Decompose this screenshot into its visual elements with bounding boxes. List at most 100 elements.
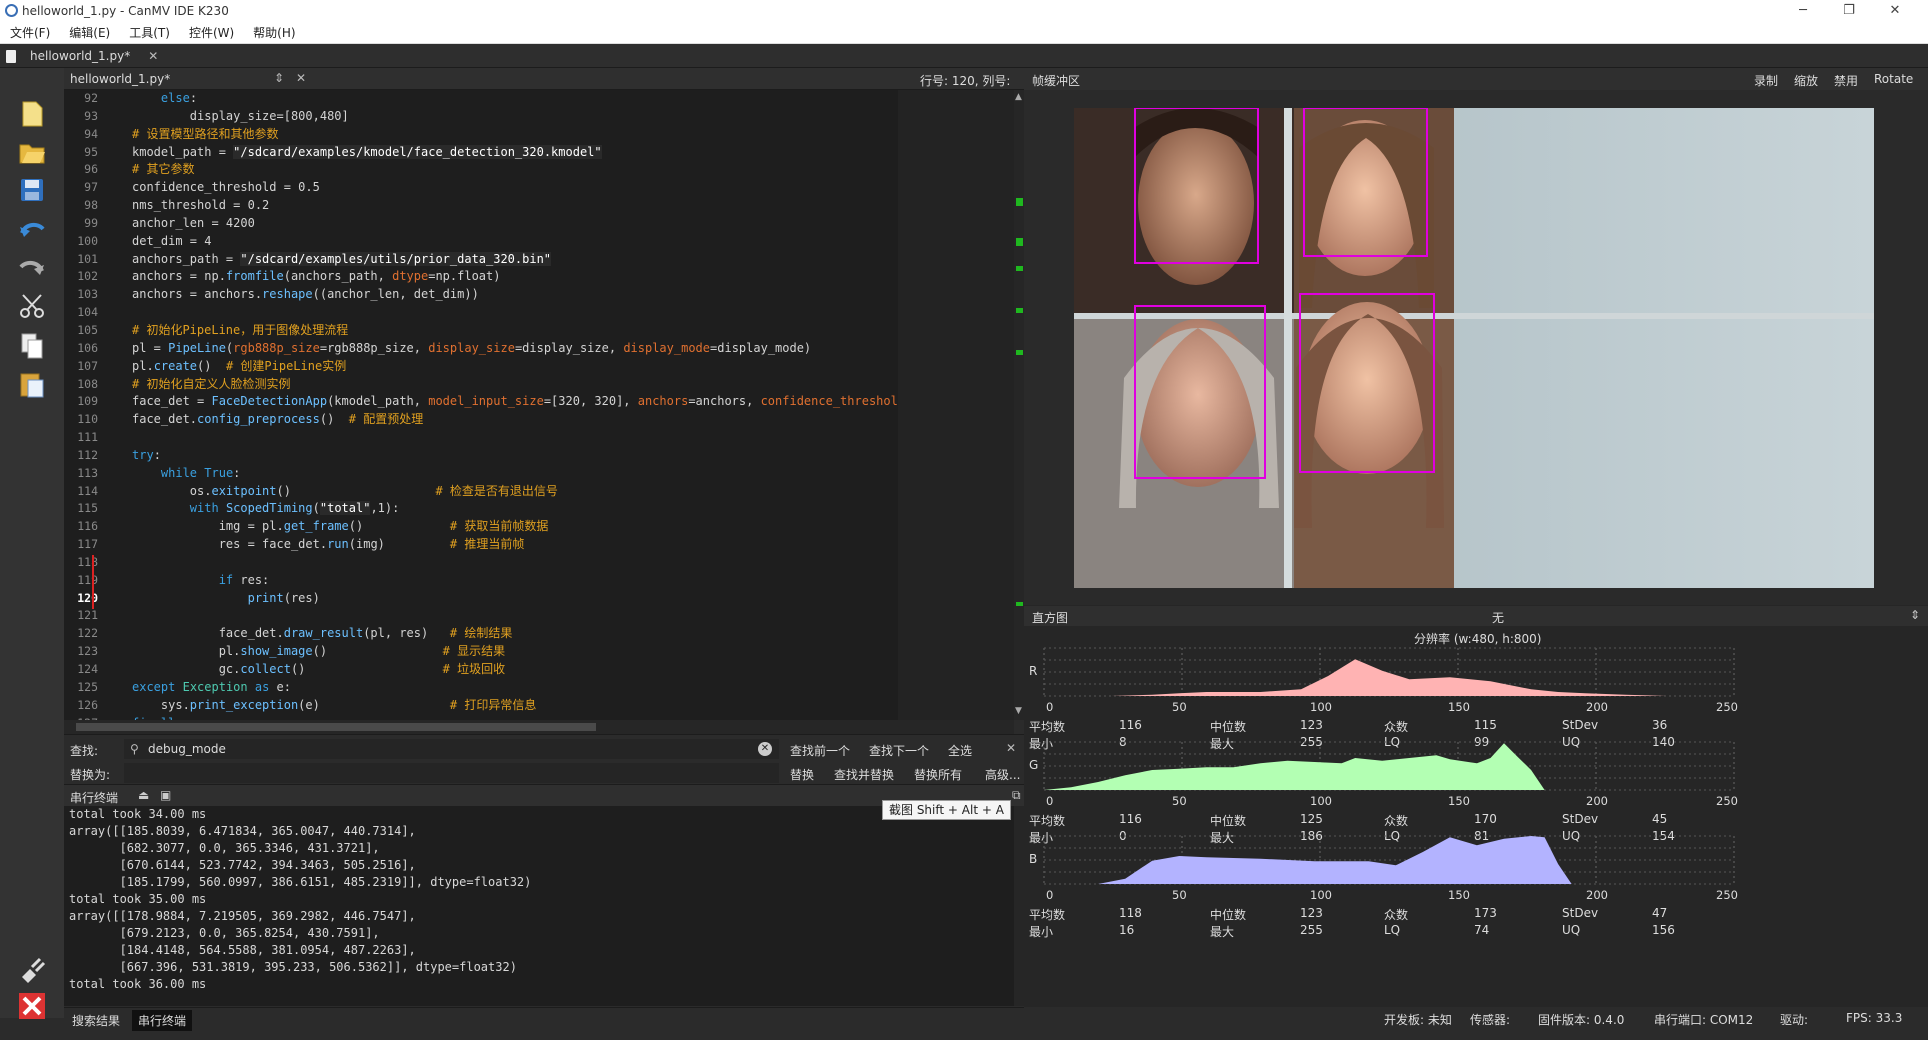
replace-find-button[interactable]: 查找并替换 <box>834 766 894 783</box>
hscroll-thumb[interactable] <box>76 723 596 731</box>
terminal-line: [679.2123, 0.0, 365.8254, 430.7591], <box>69 926 380 940</box>
minimap[interactable] <box>898 90 1014 720</box>
replace-button[interactable]: 替换 <box>790 766 814 783</box>
code-line[interactable]: if res: <box>132 572 962 590</box>
maximize-button[interactable]: ❐ <box>1826 0 1872 22</box>
left-toolbar <box>0 68 64 1019</box>
stop-icon[interactable] <box>16 990 48 1022</box>
close-tab-icon[interactable]: ✕ <box>148 49 158 63</box>
menu-widgets[interactable]: 控件(W) <box>179 24 243 41</box>
code-line[interactable]: os.exitpoint() # 检查是否有退出信号 <box>132 483 962 501</box>
code-line[interactable]: anchor_len = 4200 <box>132 215 962 233</box>
line-number: 109 <box>77 394 98 409</box>
redo-icon[interactable] <box>16 252 48 284</box>
code-line[interactable]: anchors = anchors.reshape((anchor_len, d… <box>132 286 962 304</box>
menu-help[interactable]: 帮助(H) <box>243 24 304 41</box>
record-button[interactable]: 录制 <box>1754 72 1778 89</box>
code-line[interactable]: gc.collect() # 垃圾回收 <box>132 661 962 679</box>
code-editor[interactable]: 92 93 94 95 96 97 98 99 100 101 102 103 104 105 106 107… <box>64 90 1014 720</box>
code-line[interactable]: pl.create() # 创建PipeLine实例 <box>132 358 962 376</box>
menu-edit[interactable]: 编辑(E) <box>59 24 119 41</box>
find-prev-button[interactable]: 查找前一个 <box>790 742 850 759</box>
scroll-down-icon[interactable]: ▼ <box>1015 706 1022 716</box>
code-line[interactable]: res = face_det.run(img) # 推理当前帧 <box>132 536 962 554</box>
serial-terminal[interactable]: total took 34.00 ms array([[185.8039, 6.4… <box>64 806 1014 1006</box>
code-line[interactable]: except Exception as e: <box>132 679 962 697</box>
code-line[interactable]: pl = PipeLine(rgb888p_size=rgb888p_size,… <box>132 340 962 358</box>
zoom-button[interactable]: 缩放 <box>1794 72 1818 89</box>
code-line[interactable]: anchors = np.fromfile(anchors_path, dtyp… <box>132 268 962 286</box>
close-editor-icon[interactable]: ✕ <box>296 71 306 85</box>
code-line[interactable]: display_size=[800,480] <box>132 108 962 126</box>
code-area[interactable]: else: display_size=[800,480] # 设置模型路径和其他参… <box>132 90 962 720</box>
file-tab[interactable]: helloworld_1.py* ✕ <box>6 46 158 66</box>
close-button[interactable]: ✕ <box>1872 0 1918 22</box>
replace-all-button[interactable]: 替换所有 <box>914 766 962 783</box>
firmware-status[interactable]: 固件版本: 0.4.0 <box>1538 1011 1624 1028</box>
paste-icon[interactable] <box>16 368 48 400</box>
tab-serial-terminal[interactable]: 串行终端 <box>132 1010 193 1031</box>
code-line[interactable]: while True: <box>132 465 962 483</box>
code-line[interactable]: confidence_threshold = 0.5 <box>132 179 962 197</box>
search-input[interactable]: ⚲ debug_mode ✕ <box>124 739 779 759</box>
code-line[interactable]: pl.show_image() # 显示结果 <box>132 643 962 661</box>
select-all-button[interactable]: 全选 <box>948 742 972 759</box>
code-line[interactable] <box>132 554 962 572</box>
code-line[interactable]: anchors_path = "/sdcard/examples/utils/p… <box>132 251 962 269</box>
code-line[interactable]: nms_threshold = 0.2 <box>132 197 962 215</box>
code-line[interactable] <box>132 304 962 322</box>
disable-button[interactable]: 禁用 <box>1834 72 1858 89</box>
cut-icon[interactable] <box>16 290 48 322</box>
copy-icon[interactable] <box>16 330 48 362</box>
code-line[interactable]: face_det.config_preprocess() # 配置预处理 <box>132 411 962 429</box>
code-line[interactable]: kmodel_path = "/sdcard/examples/kmodel/f… <box>132 144 962 162</box>
select-arrow-icon[interactable]: ⇕ <box>1910 608 1920 622</box>
stat-value-lq: 74 <box>1474 923 1490 937</box>
terminal-float-icon[interactable]: ⧉ <box>1012 788 1021 803</box>
find-next-button[interactable]: 查找下一个 <box>869 742 929 759</box>
advanced-button[interactable]: 高级... <box>985 766 1020 783</box>
connect-icon[interactable] <box>16 954 48 986</box>
undo-icon[interactable] <box>16 214 48 246</box>
code-line[interactable]: with ScopedTiming("total",1): <box>132 500 962 518</box>
code-line[interactable]: try: <box>132 447 962 465</box>
code-line[interactable]: else: <box>132 90 962 108</box>
code-line[interactable] <box>132 429 962 447</box>
new-file-icon[interactable] <box>16 98 48 130</box>
code-line[interactable]: # 初始化自定义人脸检测实例 <box>132 376 962 394</box>
terminal-save-icon[interactable]: ▣ <box>160 788 171 802</box>
code-line[interactable] <box>132 607 962 625</box>
scroll-up-icon[interactable]: ▲ <box>1015 92 1022 102</box>
tick-label: 50 <box>1172 700 1187 714</box>
replace-input[interactable] <box>124 763 779 783</box>
code-line[interactable]: face_det = FaceDetectionApp(kmodel_path,… <box>132 393 962 411</box>
open-folder-icon[interactable] <box>16 136 48 168</box>
code-line[interactable]: print(res) <box>132 590 962 608</box>
code-line[interactable]: det_dim = 4 <box>132 233 962 251</box>
code-line[interactable]: # 其它参数 <box>132 161 962 179</box>
line-number: 124 <box>77 662 98 676</box>
menu-tools[interactable]: 工具(T) <box>119 24 179 41</box>
minimize-button[interactable]: ─ <box>1780 0 1826 22</box>
code-line[interactable]: sys.print_exception(e) # 打印异常信息 <box>132 697 962 715</box>
line-number-gutter: 92 93 94 95 96 97 98 99 100 101 102 103 104 105 106 107… <box>64 90 98 720</box>
menu-file[interactable]: 文件(F) <box>0 24 59 41</box>
rotate-button[interactable]: Rotate <box>1874 72 1913 86</box>
terminal-line: total took 34.00 ms <box>69 807 207 821</box>
save-icon[interactable] <box>16 174 48 206</box>
histogram-mode-select[interactable]: 无 <box>1492 609 1504 626</box>
editor-horizontal-scrollbar[interactable] <box>64 720 1014 734</box>
terminal-scrollbar[interactable] <box>1014 806 1024 1006</box>
code-line[interactable]: face_det.draw_result(pl, res) # 绘制结果 <box>132 625 962 643</box>
clear-search-icon[interactable]: ✕ <box>758 742 772 756</box>
code-token: get_frame <box>283 519 349 534</box>
code-line[interactable]: img = pl.get_frame() # 获取当前帧数据 <box>132 518 962 536</box>
code-line[interactable]: # 初始化PipeLine，用于图像处理流程 <box>132 322 962 340</box>
tab-search-results[interactable]: 搜索结果 <box>72 1012 120 1029</box>
terminal-open-icon[interactable]: ⏏ <box>138 788 149 802</box>
editor-file-label[interactable]: helloworld_1.py* <box>70 72 170 86</box>
editor-vertical-scrollbar[interactable]: ▲ ▼ <box>1014 90 1024 720</box>
code-line[interactable]: # 设置模型路径和其他参数 <box>132 126 962 144</box>
close-find-icon[interactable]: ✕ <box>1006 741 1016 755</box>
file-switch-icon[interactable]: ⇕ <box>274 71 284 85</box>
